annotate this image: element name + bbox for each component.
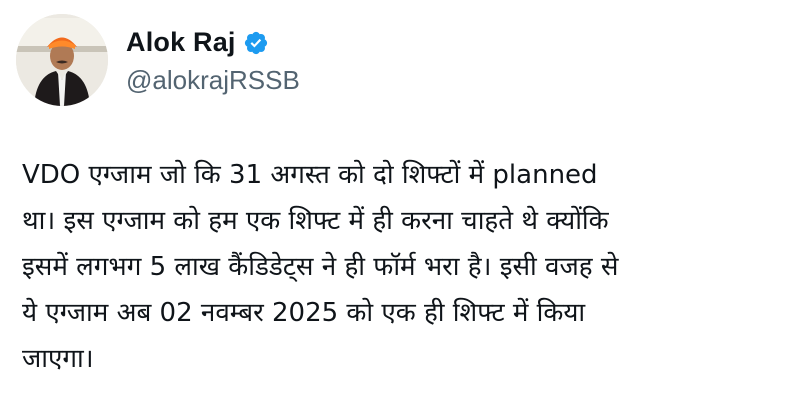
author-identity: Alok Raj @alokrajRSSB: [126, 25, 300, 96]
author-display-name[interactable]: Alok Raj: [126, 27, 236, 58]
tweet-text-line: ये एग्जाम अब 02 नवम्बर 2025 को एक ही शिफ…: [22, 298, 586, 328]
avatar-photo: [16, 14, 108, 106]
tweet-card: Alok Raj @alokrajRSSB VDO एग्जाम जो कि 3…: [0, 0, 800, 408]
tweet-text-line: जाएगा।: [22, 344, 94, 374]
tweet-text-line: इसमें लगभग 5 लाख कैंडिडेट्स ने ही फॉर्म …: [22, 252, 619, 282]
tweet-text-line: VDO एग्जाम जो कि 31 अगस्त को दो शिफ्टों …: [22, 160, 598, 190]
tweet-text-line: था। इस एग्जाम को हम एक शिफ्ट में ही करना…: [22, 206, 609, 236]
author-handle[interactable]: @alokrajRSSB: [126, 65, 300, 96]
name-row: Alok Raj: [126, 25, 300, 61]
avatar[interactable]: [16, 14, 108, 106]
tweet-text: VDO एग्जाम जो कि 31 अगस्त को दो शिफ्टों …: [22, 152, 782, 382]
tweet-header: Alok Raj @alokrajRSSB: [16, 14, 300, 106]
verified-badge-icon: [243, 30, 269, 56]
